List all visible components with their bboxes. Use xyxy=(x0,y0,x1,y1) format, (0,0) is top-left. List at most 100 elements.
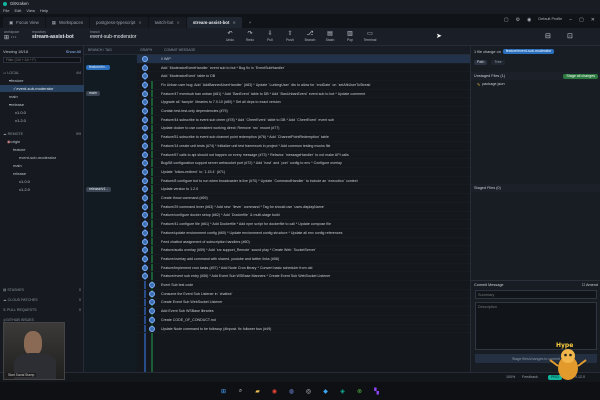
show-all-link[interactable]: Show All xyxy=(66,49,81,54)
remote-release[interactable]: release xyxy=(0,170,84,177)
start-icon[interactable]: ⊞ xyxy=(219,387,228,396)
close-icon[interactable]: ✕ xyxy=(232,20,235,25)
commit-row[interactable]: Feature/event sub entry (#56) * Add Even… xyxy=(137,273,470,282)
stash-button[interactable]: ▤ Stash xyxy=(322,30,338,42)
menu-view[interactable]: View xyxy=(26,8,35,13)
commit-row[interactable]: Create Event Sub WebSocket Listener xyxy=(137,299,470,308)
graph-column-header[interactable]: GRAPH xyxy=(140,48,152,52)
tab-postgress-typescript[interactable]: postgress-typescript ✕ xyxy=(90,17,148,28)
remote-origin[interactable]: ◉ origin xyxy=(0,138,84,145)
branch-main[interactable]: main xyxy=(0,93,84,100)
unstaged-header[interactable]: Unstaged Files (1) Stage all changes xyxy=(471,72,600,80)
vscode-icon[interactable]: ◆ xyxy=(321,387,330,396)
minimize-icon[interactable]: – xyxy=(569,17,572,23)
commit-row[interactable]: Feature/audio overlay (#59) * Add `src s… xyxy=(137,246,470,256)
commit-row[interactable]: Contain test-test-only dependencies (#79… xyxy=(137,107,470,116)
commit-row[interactable]: Feature/update environment config (#60) … xyxy=(137,229,470,238)
layout-split-icon[interactable]: ⊡ xyxy=(567,32,573,40)
commit-row[interactable]: Fix Unban user bug; Add `AddBannedUserHa… xyxy=(137,81,470,90)
tab-stream-assist-bot[interactable]: stream-assist-bot ✕ xyxy=(186,17,242,28)
commit-row[interactable]: Update docker to use consistent working … xyxy=(137,125,470,134)
obs-icon[interactable]: ◎ xyxy=(304,387,313,396)
commit-row[interactable]: Create CODE_OF_CONDUCT.md xyxy=(137,316,470,325)
branch-event-sub-moderator[interactable]: ✓ event-sub-moderator xyxy=(0,85,84,92)
commit-row[interactable]: Consume the Event Sub Listener in `chatb… xyxy=(137,290,470,299)
menu-edit[interactable]: Edit xyxy=(14,8,21,13)
commit-row[interactable]: Upgrade all `twurple` libraries to 7.0.1… xyxy=(137,99,470,108)
commit-row[interactable]: Feature/8 configure bot to run when broa… xyxy=(137,177,470,186)
pop-button[interactable]: ▥ Pop xyxy=(342,30,358,42)
tab-focus-view[interactable]: ▣ Focus View xyxy=(3,17,45,28)
xbox-icon[interactable]: ⊗ xyxy=(355,387,364,396)
tree-view-toggle[interactable]: Tree xyxy=(491,60,505,65)
wip-row[interactable]: // WIP xyxy=(137,55,470,64)
commit-row[interactable]: Add Event Sub WSBase libraries xyxy=(137,307,470,316)
commit-row[interactable]: Event Sub test code xyxy=(137,281,470,290)
gitkraken-icon[interactable]: ◈ xyxy=(338,387,347,396)
local-header[interactable]: ▭ LOCAL 4/4 xyxy=(0,69,84,76)
undo-button[interactable]: ↶ Undo xyxy=(222,30,238,42)
summary-input[interactable] xyxy=(475,290,597,299)
commit-row[interactable]: Feature/implement cron tasks (#57) * Add… xyxy=(137,264,470,273)
menu-help[interactable]: Help xyxy=(40,8,48,13)
commit-row[interactable]: Feature/41 configure file (#61) * Add Do… xyxy=(137,220,470,229)
tab-workspaces[interactable]: ▦ Workspaces xyxy=(45,17,90,28)
changes-branch-badge[interactable]: feature/event-sub-moderator xyxy=(502,49,555,54)
notification-icon[interactable]: ▢ xyxy=(504,17,509,23)
search-icon[interactable]: ⌕ xyxy=(236,387,245,396)
menu-file[interactable]: File xyxy=(3,8,9,13)
unstaged-file-row[interactable]: ✎ package.json xyxy=(477,82,505,87)
browser-icon[interactable]: ◉ xyxy=(270,387,279,396)
commit-row[interactable]: Bug/68 configuration support server webs… xyxy=(137,159,470,169)
commit-row[interactable]: Update version to 1.2.0 xyxy=(137,186,470,195)
remote-v120[interactable]: v1.2.0 xyxy=(0,186,84,193)
close-icon[interactable]: ✕ xyxy=(176,20,179,25)
commit-row[interactable]: Feed chatbot assignment of subscription … xyxy=(137,238,470,247)
profile-name[interactable]: Default Profile xyxy=(538,17,562,23)
commit-row[interactable]: Update Node command to be followup (#Inp… xyxy=(137,325,470,334)
layout-icon[interactable]: ⊟ xyxy=(545,32,551,40)
path-view-toggle[interactable]: Path xyxy=(474,60,488,65)
commit-row[interactable]: Add `ModeratorEventHandler` event sub to… xyxy=(137,64,470,73)
close-window-icon[interactable]: ✕ xyxy=(591,17,595,23)
pull-requests-header[interactable]: ⇅ PULL REQUESTS 0 xyxy=(0,306,84,313)
redo-button[interactable]: ↷ Redo xyxy=(242,30,258,42)
commit-row[interactable]: Update `follow-redirect` to `1.15.4` (#7… xyxy=(137,168,470,177)
new-tab-button[interactable]: + xyxy=(243,17,258,28)
commit-row[interactable]: Add `ModeratorEvent` table to DB xyxy=(137,72,470,82)
branch-badge[interactable]: main xyxy=(86,91,100,97)
tab-twitch-bot[interactable]: twitch-bot ✕ xyxy=(148,17,186,28)
remote-event-sub-moderator[interactable]: event-sub-moderator xyxy=(0,154,84,161)
branch-badge[interactable]: feature/ev.. xyxy=(86,65,110,71)
commit-row[interactable]: Feature/14 create unit tests (#74) * Ini… xyxy=(137,142,470,151)
commit-row[interactable]: Feature/overlay add command with shared,… xyxy=(137,255,470,264)
branch-release[interactable]: ▾ release xyxy=(0,101,84,108)
branch-tag-column-header[interactable]: BRANCH / TAG xyxy=(88,48,112,52)
cloud-patches-header[interactable]: ☁ CLOUD PATCHES 0 xyxy=(0,296,84,303)
amend-toggle[interactable]: ☐ Amend xyxy=(582,282,598,287)
branch-v100[interactable]: v1.0.0 xyxy=(0,109,84,116)
close-icon[interactable]: ✕ xyxy=(138,20,141,25)
commit-row[interactable]: Feature/44 subscribe to event sub cheer … xyxy=(137,116,470,125)
workspace-selector[interactable]: workspace ⊞ ⋯ xyxy=(4,30,19,42)
filter-input[interactable] xyxy=(3,56,81,63)
branch-feature[interactable]: ▾ feature xyxy=(0,77,84,84)
discord-icon[interactable]: ◍ xyxy=(287,387,296,396)
commit-row[interactable]: Feature/47 eventsub ban unban (#81) * Ad… xyxy=(137,90,470,99)
commit-row[interactable]: Feature/67 calls to api should not happe… xyxy=(137,151,470,160)
staged-header[interactable]: Staged Files (0) xyxy=(471,184,600,192)
terminal-button[interactable]: ▭ Terminal xyxy=(362,30,378,42)
twitch-icon[interactable]: ▚ xyxy=(372,387,381,396)
remote-feature[interactable]: feature xyxy=(0,146,84,153)
commit-row[interactable]: Feature/51 subscribe to event sub channe… xyxy=(137,133,470,142)
repo-selector[interactable]: repository stream-assist-bot xyxy=(32,30,74,40)
remote-main[interactable]: main xyxy=(0,162,84,169)
stashes-header[interactable]: ▤ STASHES 0 xyxy=(0,286,84,293)
branch-selector[interactable]: branch event-sub-moderator xyxy=(90,30,136,40)
maximize-icon[interactable]: ▢ xyxy=(579,17,584,23)
commit-row[interactable]: Create throw command (#69) xyxy=(137,194,470,203)
stage-all-button[interactable]: Stage all changes xyxy=(563,73,598,79)
message-column-header[interactable]: COMMIT MESSAGE xyxy=(164,48,195,52)
push-button[interactable]: ⇧ Push xyxy=(282,30,298,42)
remote-v100[interactable]: v1.0.0 xyxy=(0,178,84,185)
